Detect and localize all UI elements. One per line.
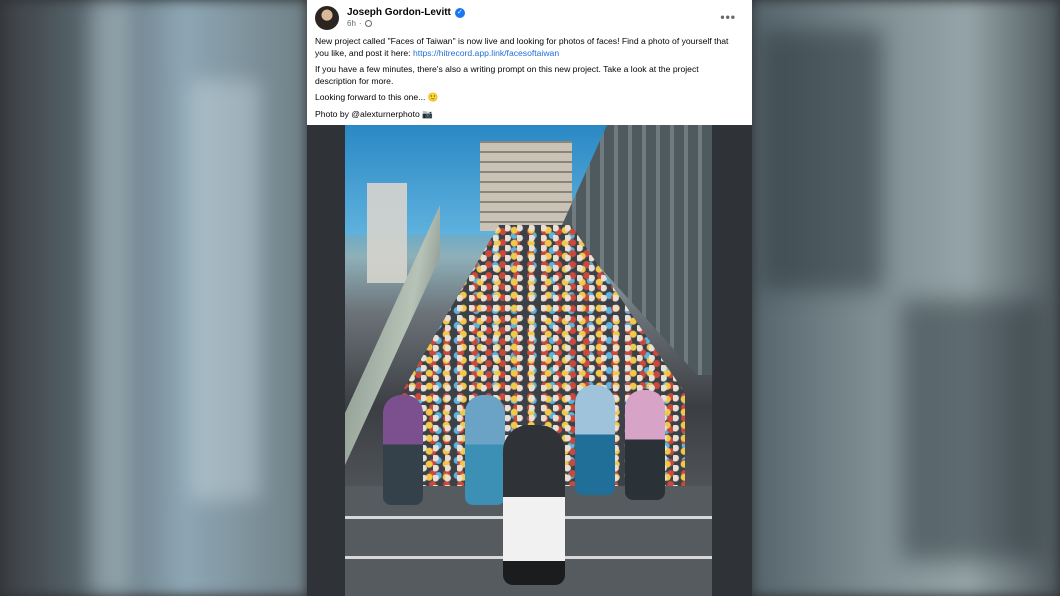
photo-rider	[465, 395, 505, 505]
verified-badge-icon: ✓	[454, 7, 465, 18]
facebook-post: Joseph Gordon-Levitt ✓ 6h · ••• New proj…	[307, 0, 752, 596]
post-body: New project called "Faces of Taiwan" is …	[315, 36, 740, 125]
post-header: Joseph Gordon-Levitt ✓ 6h · •••	[315, 6, 744, 32]
post-paragraph-4: Photo by @alexturnerphoto 📷	[315, 108, 433, 119]
project-link[interactable]: https://hitrecord.app.link/facesoftaiwan	[413, 48, 559, 58]
avatar[interactable]	[315, 6, 339, 30]
post-meta: 6h ·	[347, 19, 372, 28]
post-photo[interactable]	[345, 125, 712, 596]
post-paragraph-1: New project called "Faces of Taiwan" is …	[315, 36, 729, 58]
photo-tower	[367, 183, 407, 283]
post-photo-frame	[307, 125, 752, 596]
author-row: Joseph Gordon-Levitt ✓	[347, 7, 465, 18]
photo-rider	[625, 390, 665, 500]
author-name[interactable]: Joseph Gordon-Levitt	[347, 7, 451, 18]
more-options-icon[interactable]: •••	[720, 10, 736, 24]
globe-icon	[364, 20, 372, 27]
photo-lead-scooter	[503, 425, 565, 585]
blurred-background-right	[752, 0, 1060, 596]
post-time[interactable]: 6h	[347, 19, 356, 28]
photo-rider	[383, 395, 423, 505]
post-paragraph-2: If you have a few minutes, there's also …	[315, 64, 699, 86]
blurred-background-left	[0, 0, 307, 596]
photo-building	[480, 141, 572, 231]
post-paragraph-3: Looking forward to this one... 🙂	[315, 92, 439, 102]
photo-rider	[575, 385, 615, 495]
